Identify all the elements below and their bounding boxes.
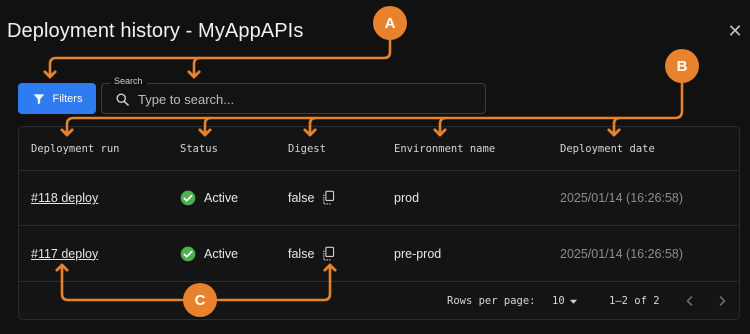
- environment-cell: prod: [394, 191, 420, 205]
- copy-icon[interactable]: [322, 190, 336, 206]
- filters-button[interactable]: Filters: [18, 83, 96, 114]
- deployment-run-link[interactable]: #118 deploy: [31, 191, 98, 205]
- status-text: Active: [204, 246, 239, 261]
- table-row: #118 deploy Active false prod 2025/01/14…: [19, 171, 739, 226]
- annotation-badge-a: A: [373, 6, 407, 40]
- deployment-table: Deployment run Status Digest Environment…: [18, 126, 740, 320]
- column-header-digest[interactable]: Digest: [288, 127, 326, 170]
- annotation-a-branch: [194, 56, 202, 77]
- digest-cell: false: [288, 226, 336, 281]
- deployment-run-cell: #117 deploy: [31, 226, 98, 281]
- column-header-environment-name[interactable]: Environment name: [394, 127, 495, 170]
- annotation-badge-c: C: [183, 283, 217, 317]
- environment-cell: pre-prod: [394, 246, 442, 261]
- rows-per-page-select[interactable]: 10: [552, 282, 578, 320]
- check-circle-icon: [180, 190, 196, 206]
- deployment-history-dialog: Deployment history - MyAppAPIs ✕ Filters…: [0, 0, 750, 334]
- status-cell: Active: [180, 226, 238, 281]
- next-page-button[interactable]: [717, 282, 727, 320]
- column-header-deployment-run[interactable]: Deployment run: [31, 127, 120, 170]
- filter-icon: [33, 93, 44, 104]
- previous-page-button[interactable]: [685, 282, 695, 320]
- table-header: Deployment run Status Digest Environment…: [19, 127, 739, 171]
- status-text: Active: [204, 191, 239, 205]
- dialog-title: Deployment history - MyAppAPIs: [7, 20, 304, 42]
- column-header-deployment-date[interactable]: Deployment date: [560, 127, 655, 170]
- search-icon: [116, 93, 129, 106]
- chevron-right-icon: [719, 295, 726, 307]
- deployment-date-cell: 2025/01/14 (16:26:58): [560, 246, 684, 261]
- chevron-left-icon: [686, 295, 693, 307]
- copy-icon[interactable]: [322, 246, 336, 262]
- digest-value: false: [288, 246, 315, 261]
- column-header-status[interactable]: Status: [180, 127, 218, 170]
- table-pagination: Rows per page: 10 1–2 of 2: [19, 282, 739, 320]
- deployment-run-cell: #118 deploy: [31, 171, 98, 225]
- table-row: #117 deploy Active false pre-prod 2025/0…: [19, 226, 739, 282]
- status-cell: Active: [180, 171, 238, 225]
- search-field[interactable]: Search: [101, 76, 486, 114]
- search-input[interactable]: [138, 89, 478, 109]
- digest-value: false: [288, 191, 315, 205]
- check-circle-icon: [180, 246, 196, 261]
- filters-button-label: Filters: [52, 92, 83, 105]
- rows-per-page-value: 10: [552, 295, 565, 307]
- annotation-a-connector: [50, 38, 392, 77]
- search-label: Search: [110, 76, 147, 86]
- close-icon[interactable]: ✕: [726, 22, 744, 40]
- deployment-date-cell: 2025/01/14 (16:26:58): [560, 191, 684, 205]
- annotation-badge-b: B: [665, 49, 699, 83]
- caret-down-icon: [569, 299, 577, 304]
- digest-cell: false: [288, 171, 336, 225]
- pagination-range: 1–2 of 2: [609, 295, 660, 307]
- rows-per-page-label: Rows per page:: [447, 295, 536, 307]
- deployment-run-link[interactable]: #117 deploy: [31, 247, 98, 261]
